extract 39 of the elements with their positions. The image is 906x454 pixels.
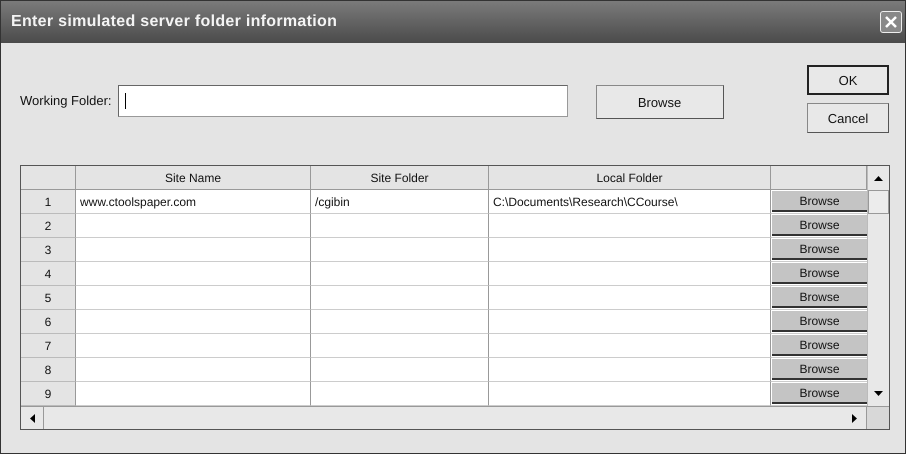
row-number: 2 <box>21 214 76 238</box>
row-number: 6 <box>21 310 76 334</box>
column-header: Local Folder <box>489 166 771 190</box>
cancel-button[interactable]: Cancel <box>807 103 889 133</box>
row-number: 9 <box>21 382 76 406</box>
close-button[interactable] <box>880 11 902 33</box>
browse-button[interactable]: Browse <box>772 239 867 260</box>
browse-button[interactable]: Browse <box>772 359 867 380</box>
header-corner <box>21 166 76 190</box>
column-header: Site Folder <box>311 166 489 190</box>
ok-button[interactable]: OK <box>807 65 889 95</box>
row-number: 5 <box>21 286 76 310</box>
scroll-up-icon[interactable] <box>874 175 883 181</box>
column-header: Site Name <box>76 166 311 190</box>
close-icon <box>883 14 899 30</box>
browse-button[interactable]: Browse <box>772 215 867 236</box>
table-cell: C:\Documents\Research\CCourse\ <box>489 190 771 214</box>
working-folder-field[interactable] <box>118 85 568 117</box>
browse-button[interactable]: Browse <box>772 383 867 404</box>
row-number: 4 <box>21 262 76 286</box>
browse-button[interactable]: Browse <box>772 311 867 332</box>
row-number: 7 <box>21 334 76 358</box>
browse-button[interactable]: Browse <box>772 287 867 308</box>
row-number: 3 <box>21 238 76 262</box>
row-number: 1 <box>21 190 76 214</box>
scroll-down-icon[interactable] <box>874 391 883 397</box>
row-number: 8 <box>21 358 76 382</box>
browse-button[interactable]: Browse <box>772 263 867 284</box>
browse-button[interactable]: Browse <box>596 85 724 119</box>
scroll-thumb[interactable] <box>868 190 889 214</box>
table-cell: www.ctoolspaper.com <box>76 190 311 214</box>
window-title: Enter simulated server folder information <box>11 13 338 31</box>
browse-button[interactable]: Browse <box>772 335 867 356</box>
table-cell: /cgibin <box>311 190 489 214</box>
scroll-left-icon[interactable] <box>29 414 35 422</box>
vertical-scrollbar[interactable] <box>867 166 889 406</box>
field-label: Working Folder: <box>20 93 112 108</box>
browse-button[interactable]: Browse <box>772 191 867 212</box>
scroll-right-icon[interactable] <box>852 414 858 422</box>
